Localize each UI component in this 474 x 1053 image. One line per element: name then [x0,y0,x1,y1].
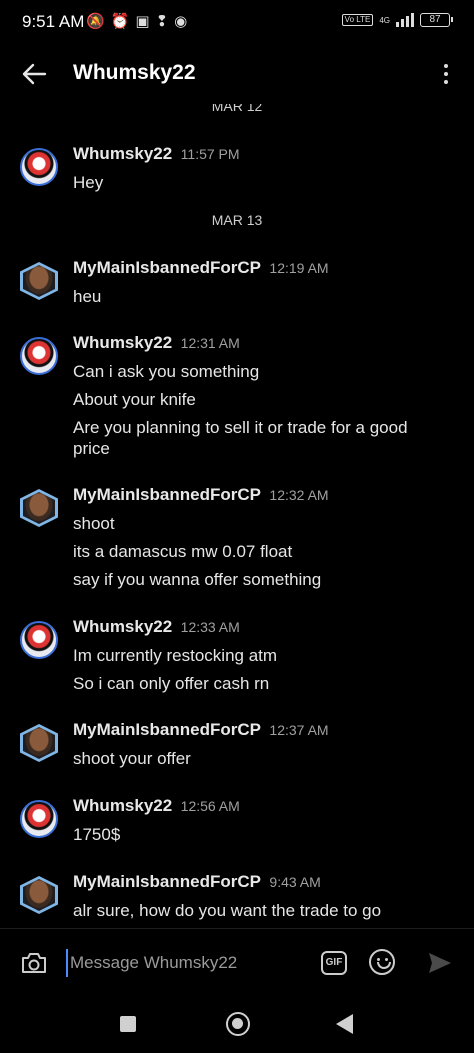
recents-button[interactable] [120,1016,136,1032]
camera-icon [22,953,46,973]
message-time: 9:43 AM [269,874,321,890]
message-composer: GIF [0,928,474,996]
alarm-icon: ⏰ [110,13,130,30]
author-name[interactable]: Whumsky22 [73,617,172,636]
message-group: Whumsky22 12:31 AM Can i ask you somethi… [0,333,474,463]
system-back-button[interactable] [336,1014,353,1034]
message-time: 12:31 AM [180,335,240,351]
send-button[interactable] [427,951,453,975]
overflow-menu-button[interactable] [436,58,456,90]
message-text[interactable]: 1750$ [73,824,433,845]
mute-icon: 🔕 [86,13,105,30]
more-vert-icon [444,64,448,68]
nfc-icon: ▣ [135,13,150,30]
message-text[interactable]: Im currently restocking atm [73,645,433,666]
message-time: 12:56 AM [180,798,240,814]
signal-icon [396,13,414,27]
send-icon [429,953,451,973]
reddit-icon: ◉ [174,13,188,30]
message-text[interactable]: alr sure, how do you want the trade to g… [73,900,433,921]
message-time: 12:19 AM [269,260,329,276]
message-text[interactable]: Can i ask you something [73,361,433,382]
system-nav-bar [0,996,474,1053]
battery-icon: 87 [420,13,453,27]
author-name[interactable]: MyMainIsbannedForCP [73,872,261,891]
message-group: Whumsky22 12:33 AM Im currently restocki… [0,617,474,707]
avatar[interactable] [20,800,58,838]
status-right: Vo LTE 4G 87 [341,13,453,27]
camera-button[interactable] [20,950,48,976]
notification-icon: ❢ [155,13,169,30]
battery-level: 87 [429,14,441,25]
date-separator: MAR 13 [211,212,263,228]
network-type: 4G [379,15,390,25]
chat-header: Whumsky22 [0,44,474,104]
message-list[interactable]: MAR 12 Whumsky22 11:57 PM Hey MAR 13 MyM… [0,104,474,928]
message-time: 12:33 AM [180,619,240,635]
author-name[interactable]: Whumsky22 [73,796,172,815]
message-time: 11:57 PM [180,146,240,162]
message-text[interactable]: About your knife [73,389,433,410]
arrow-left-icon [22,63,47,85]
message-time: 12:37 AM [269,722,329,738]
avatar[interactable] [20,148,58,186]
avatar[interactable] [20,724,58,762]
message-text[interactable]: shoot your offer [73,748,433,769]
avatar[interactable] [20,621,58,659]
message-input[interactable] [66,949,296,977]
volte-icon: Vo LTE [341,14,374,26]
avatar[interactable] [20,262,58,300]
back-button[interactable] [18,58,50,90]
author-name[interactable]: MyMainIsbannedForCP [73,485,261,504]
message-group: Whumsky22 12:56 AM 1750$ [0,796,474,856]
avatar[interactable] [20,337,58,375]
message-time: 12:32 AM [269,487,329,503]
message-text[interactable]: So i can only offer cash rn [73,673,433,694]
message-text[interactable]: say if you wanna offer something [73,569,433,590]
message-group: MyMainIsbannedForCP 12:37 AM shoot your … [0,720,474,780]
author-name[interactable]: Whumsky22 [73,144,172,163]
avatar[interactable] [20,489,58,527]
author-name[interactable]: MyMainIsbannedForCP [73,258,261,277]
message-text[interactable]: heu [73,286,433,307]
message-group: MyMainIsbannedForCP 9:43 AM alr sure, ho… [0,872,474,928]
message-group: MyMainIsbannedForCP 12:19 AM heu [0,258,474,318]
avatar[interactable] [20,876,58,914]
message-text[interactable]: Hey [73,172,433,193]
status-bar: 9:51 AM 🔕 ⏰ ▣ ❢ ◉ Vo LTE 4G 87 [0,0,474,44]
emoji-button[interactable] [369,949,395,975]
message-text[interactable]: shoot [73,513,433,534]
author-name[interactable]: Whumsky22 [73,333,172,352]
date-separator: MAR 12 [211,104,263,114]
gif-label: GIF [325,957,343,968]
status-time: 9:51 AM [22,12,85,31]
message-group: MyMainIsbannedForCP 12:32 AM shoot its a… [0,485,474,595]
gif-button[interactable]: GIF [321,951,347,975]
home-button[interactable] [226,1012,250,1036]
message-group: Whumsky22 11:57 PM Hey [0,144,474,204]
message-text[interactable]: its a damascus mw 0.07 float [73,541,433,562]
page-title: Whumsky22 [73,61,196,84]
author-name[interactable]: MyMainIsbannedForCP [73,720,261,739]
notification-icons: 🔕 ⏰ ▣ ❢ ◉ [86,12,187,30]
message-text[interactable]: Are you planning to sell it or trade for… [73,417,418,459]
